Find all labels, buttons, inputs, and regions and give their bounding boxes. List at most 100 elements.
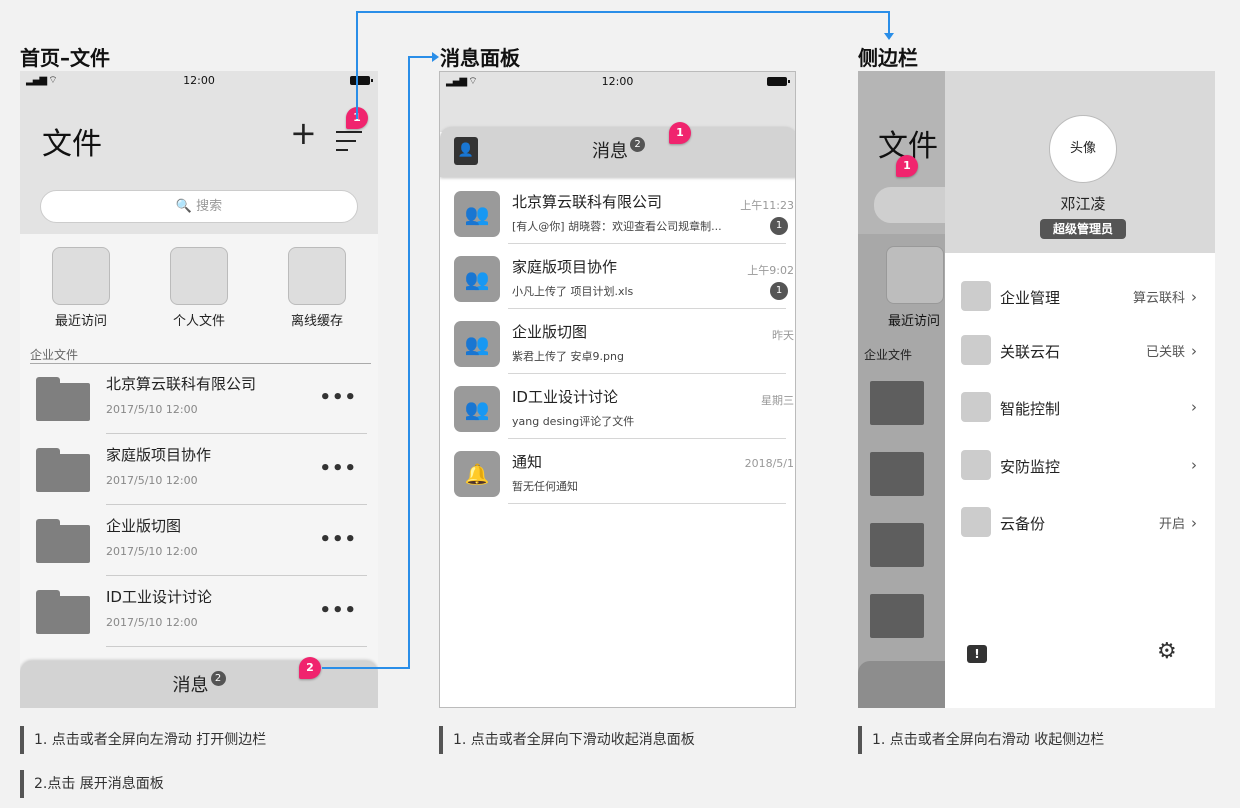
messages-screen: ▂▄▆ ⌔ 12:00 消息 2 👤 1 👥 北京算云联科有限公司 [有人@你] … bbox=[439, 71, 796, 708]
connector-line bbox=[888, 11, 890, 35]
quick-thumb-recent[interactable] bbox=[52, 247, 110, 305]
page-title: 文件 bbox=[42, 127, 102, 162]
message-row[interactable]: 🔔 通知 暂无任何通知 2018/5/1 bbox=[440, 439, 795, 504]
annotation-badge-1: 1 bbox=[669, 122, 691, 144]
message-time: 2018/5/1 bbox=[744, 457, 794, 470]
message-title: 家庭版项目协作 bbox=[512, 258, 618, 276]
panel-count-badge: 2 bbox=[630, 137, 645, 152]
folder-icon bbox=[36, 377, 90, 421]
unread-badge: 1 bbox=[770, 282, 788, 300]
message-preview: 小凡上传了 项目计划.xls bbox=[512, 285, 634, 298]
more-icon[interactable]: ••• bbox=[319, 387, 357, 408]
quick-label-offline: 离线缓存 bbox=[290, 314, 343, 329]
annotation-badge-2: 2 bbox=[299, 657, 321, 679]
folder-date: 2017/5/10 12:00 bbox=[106, 403, 198, 416]
more-icon[interactable]: ••• bbox=[319, 600, 357, 621]
chevron-right-icon: › bbox=[1191, 288, 1197, 306]
add-button[interactable]: + bbox=[290, 117, 317, 149]
message-row[interactable]: 👥 企业版切图 紫君上传了 安卓9.png 昨天 bbox=[440, 309, 795, 374]
message-title: ID工业设计讨论 bbox=[512, 388, 618, 406]
sidebar-screen: 文件 最近访问 企业文件 1 头像 邓江凌 超级管理员 企业管理 算云联科 › 关… bbox=[858, 71, 1215, 708]
connector-arrow bbox=[432, 52, 439, 62]
chevron-right-icon: › bbox=[1191, 342, 1197, 360]
message-panel-header[interactable]: 消息 2 bbox=[440, 127, 795, 177]
group-icon: 👥 bbox=[454, 321, 500, 367]
folder-icon bbox=[36, 448, 90, 492]
note-home-2: 2.点击 展开消息面板 bbox=[20, 770, 164, 798]
folder-name: ID工业设计讨论 bbox=[106, 588, 212, 606]
sidebar-item-value: 开启 bbox=[1158, 517, 1185, 532]
more-icon[interactable]: ••• bbox=[319, 458, 357, 479]
folder-icon bbox=[36, 519, 90, 563]
folder-row[interactable]: 北京算云联科有限公司 2017/5/10 12:00 ••• bbox=[20, 363, 377, 434]
sidebar-item-value: 算云联科 bbox=[1132, 291, 1185, 306]
status-time: 12:00 bbox=[183, 74, 215, 87]
message-title: 北京算云联科有限公司 bbox=[512, 193, 663, 211]
folder-row[interactable]: 家庭版项目协作 2017/5/10 12:00 ••• bbox=[20, 434, 377, 505]
sidebar-item-label: 云备份 bbox=[1000, 515, 1046, 533]
message-row[interactable]: 👥 家庭版项目协作 小凡上传了 项目计划.xls 上午9:02 1 bbox=[440, 244, 795, 309]
contacts-icon[interactable]: 👤 bbox=[454, 137, 478, 165]
quick-thumb-personal[interactable] bbox=[170, 247, 228, 305]
connector-line bbox=[408, 56, 434, 58]
unread-badge: 1 bbox=[770, 217, 788, 235]
note-home-1: 1. 点击或者全屏向左滑动 打开侧边栏 bbox=[20, 726, 266, 754]
role-badge: 超级管理员 bbox=[1040, 219, 1126, 239]
item-icon bbox=[961, 392, 991, 422]
message-tab-label: 消息 bbox=[172, 675, 209, 696]
connector-line bbox=[356, 11, 890, 13]
gear-icon[interactable]: ⚙ bbox=[1157, 641, 1177, 663]
message-preview: yang desing评论了文件 bbox=[512, 415, 635, 428]
message-preview: 暂无任何通知 bbox=[512, 480, 578, 493]
folder-row[interactable]: 企业版切图 2017/5/10 12:00 ••• bbox=[20, 505, 377, 576]
folder-icon bbox=[36, 590, 90, 634]
item-icon bbox=[961, 450, 991, 480]
group-icon: 👥 bbox=[454, 191, 500, 237]
sidebar-item-label: 智能控制 bbox=[1000, 400, 1061, 418]
sidebar-item-backup[interactable]: 云备份 开启 › bbox=[945, 495, 1215, 545]
avatar[interactable]: 头像 bbox=[1049, 115, 1117, 183]
folder-row[interactable]: ID工业设计讨论 2017/5/10 12:00 ••• bbox=[20, 576, 377, 647]
battery-icon bbox=[350, 76, 373, 85]
feedback-icon[interactable]: ! bbox=[967, 645, 987, 663]
sidebar-item-cloudstone[interactable]: 关联云石 已关联 › bbox=[945, 323, 1215, 373]
connector-line bbox=[322, 667, 410, 669]
status-time: 12:00 bbox=[601, 75, 634, 88]
note-sidebar-1: 1. 点击或者全屏向右滑动 收起侧边栏 bbox=[858, 726, 1104, 754]
status-bar: ▂▄▆ ⌔ 12:00 bbox=[440, 72, 795, 90]
message-time: 昨天 bbox=[772, 329, 794, 342]
message-row[interactable]: 👥 北京算云联科有限公司 [有人@你] 胡晓蓉：欢迎查看公司规章制... 上午1… bbox=[440, 179, 795, 244]
message-time: 上午9:02 bbox=[747, 264, 794, 277]
user-name: 邓江凌 bbox=[1060, 195, 1106, 213]
battery-icon bbox=[767, 77, 790, 86]
message-preview: 紫君上传了 安卓9.png bbox=[512, 350, 624, 363]
message-time: 星期三 bbox=[761, 394, 794, 407]
chevron-right-icon: › bbox=[1191, 398, 1197, 416]
section-title-sidebar: 侧边栏 bbox=[858, 46, 918, 70]
chevron-right-icon: › bbox=[1191, 456, 1197, 474]
status-bar: ▂▄▆ ⌔ 12:00 bbox=[20, 71, 378, 89]
quick-thumb-offline[interactable] bbox=[288, 247, 346, 305]
folder-name: 家庭版项目协作 bbox=[106, 446, 212, 464]
sidebar-item-enterprise[interactable]: 企业管理 算云联科 › bbox=[945, 269, 1215, 319]
panel-title: 消息 bbox=[592, 141, 628, 162]
sidebar-item-label: 企业管理 bbox=[1000, 289, 1061, 307]
item-icon bbox=[961, 335, 991, 365]
search-icon: 🔍 bbox=[175, 199, 193, 214]
more-icon[interactable]: ••• bbox=[319, 529, 357, 550]
menu-icon[interactable] bbox=[336, 131, 364, 153]
sidebar-item-security[interactable]: 安防监控 › bbox=[945, 438, 1215, 488]
sidebar-item-smart-control[interactable]: 智能控制 › bbox=[945, 380, 1215, 430]
folder-date: 2017/5/10 12:00 bbox=[106, 474, 198, 487]
bg-section-label: 企业文件 bbox=[864, 348, 913, 362]
home-screen: ▂▄▆ ⌔ 12:00 文件 + 1 🔍 搜索 最近访问 个人文件 离线缓存 企… bbox=[20, 71, 378, 708]
chevron-right-icon: › bbox=[1191, 514, 1197, 532]
message-time: 上午11:23 bbox=[740, 199, 794, 212]
annotation-badge-1: 1 bbox=[896, 155, 918, 177]
note-messages-1: 1. 点击或者全屏向下滑动收起消息面板 bbox=[439, 726, 695, 754]
sidebar-item-value: 已关联 bbox=[1145, 345, 1185, 360]
folder-date: 2017/5/10 12:00 bbox=[106, 616, 198, 629]
message-row[interactable]: 👥 ID工业设计讨论 yang desing评论了文件 星期三 bbox=[440, 374, 795, 439]
section-title-messages: 消息面板 bbox=[440, 46, 520, 70]
search-input[interactable]: 🔍 搜索 bbox=[40, 190, 358, 223]
